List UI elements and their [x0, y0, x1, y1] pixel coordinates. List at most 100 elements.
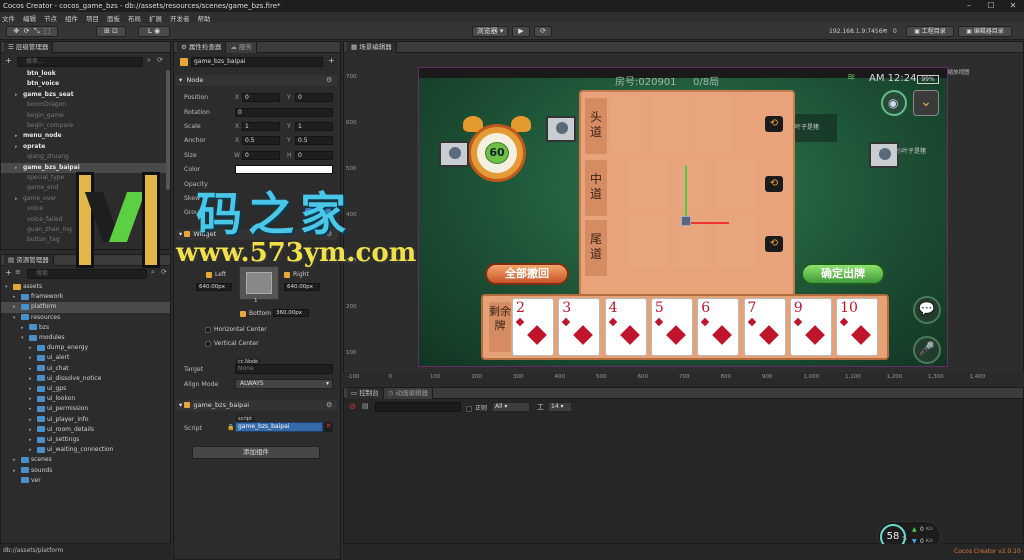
expand-arrow-icon[interactable]: ▸ — [29, 384, 37, 395]
tree-node[interactable]: btn_voice — [1, 79, 166, 90]
minimize-button[interactable]: – — [958, 0, 980, 12]
asset-item[interactable]: ▾ resources — [1, 313, 170, 324]
vertical-center-checkbox[interactable]: Vertical Center — [205, 340, 259, 347]
widget-bottom-toggle[interactable]: Bottom — [240, 310, 271, 317]
gizmo-toggle[interactable]: ⊞ ⊡ — [96, 26, 126, 37]
tree-node[interactable]: boomDragon — [1, 100, 166, 111]
tree-node[interactable]: begin_compare — [1, 121, 166, 132]
node-name-field[interactable]: game_bzs_baipai — [191, 57, 323, 67]
widget-left-toggle[interactable]: Left — [206, 271, 226, 278]
playing-card[interactable]: 9 — [789, 298, 832, 356]
pivot-toggle[interactable]: L ◉ — [138, 26, 170, 37]
asset-item[interactable]: ▸ dump_energy — [1, 343, 170, 354]
expand-arrow-icon[interactable]: ▸ — [29, 404, 37, 415]
size-w-input[interactable]: 0 — [242, 151, 280, 160]
tab-scene[interactable]: ▦ 场景编辑器 — [347, 41, 397, 53]
sort-icon[interactable]: ≡ — [15, 268, 21, 276]
recall-all-button[interactable]: 全部撤回 — [485, 263, 569, 285]
playing-card[interactable]: 2 — [512, 298, 554, 356]
tab-services[interactable]: ☁ 服务 — [226, 41, 257, 53]
expand-arrow-icon[interactable]: ▸ — [13, 466, 21, 477]
gear-icon[interactable]: ⚙ — [326, 76, 332, 84]
expand-arrow-icon[interactable]: ▸ — [15, 131, 23, 142]
expand-arrow-icon[interactable]: ▾ — [5, 282, 13, 293]
swap-middle-icon[interactable]: ⟲ — [765, 176, 783, 192]
player-avatar-left[interactable] — [439, 141, 469, 167]
play-button[interactable]: ▶ — [512, 26, 530, 37]
console-filter-input[interactable] — [375, 402, 461, 412]
refresh-icon[interactable]: ⟳ — [157, 56, 163, 64]
scale-y-input[interactable]: 1 — [295, 122, 333, 131]
transform-tools[interactable]: ✥ ⟳ ⤡ ⬚ — [6, 26, 58, 37]
expand-arrow-icon[interactable]: ▸ — [29, 445, 37, 456]
expand-arrow-icon[interactable]: ▸ — [29, 343, 37, 354]
swap-head-icon[interactable]: ⟲ — [765, 116, 783, 132]
playing-card[interactable]: 4 — [604, 298, 647, 356]
clear-console-icon[interactable]: ⊘ — [349, 402, 356, 411]
playing-card[interactable]: 10 — [836, 298, 879, 356]
target-field[interactable]: None — [235, 364, 333, 374]
asset-item[interactable]: ▸ ui_room_details — [1, 425, 170, 436]
asset-item[interactable]: ▸ ui_lookon — [1, 394, 170, 405]
expand-arrow-icon[interactable]: ▸ — [29, 364, 37, 375]
playing-card[interactable]: 5 — [650, 298, 693, 356]
tree-node[interactable]: qiang_zhuang — [1, 152, 166, 163]
menu-item[interactable]: 帮助 — [198, 13, 211, 23]
font-size-select[interactable]: 14 ▾ — [548, 402, 572, 412]
gear-icon[interactable]: ⚙ — [326, 401, 332, 409]
menu-item[interactable]: 项目 — [86, 13, 99, 23]
expand-arrow-icon[interactable]: ▸ — [29, 374, 37, 385]
asset-item[interactable]: ▸ ui_dissolve_notice — [1, 374, 170, 385]
player-avatar-right[interactable] — [869, 142, 899, 168]
asset-item[interactable]: ▸ ui_alert — [1, 353, 170, 364]
gizmo-center[interactable] — [681, 216, 691, 226]
expand-arrow-icon[interactable]: ▸ — [29, 435, 37, 446]
menu-item[interactable]: 扩展 — [149, 13, 162, 23]
chevron-down-icon[interactable]: ⌄ — [913, 90, 939, 116]
scale-x-input[interactable]: 1 — [242, 122, 280, 131]
add-component-plus[interactable]: + — [328, 56, 335, 65]
lookon-button[interactable]: ◉ — [881, 90, 907, 116]
expand-arrow-icon[interactable]: ▸ — [29, 425, 37, 436]
menu-item[interactable]: 编辑 — [23, 13, 36, 23]
node-active-checkbox[interactable] — [180, 58, 188, 66]
horizontal-center-checkbox[interactable]: Horizontal Center — [205, 326, 267, 333]
position-y-input[interactable]: 0 — [295, 93, 333, 102]
tab-animation[interactable]: ◷ 动画编辑器 — [383, 387, 433, 399]
assets-search[interactable]: 搜索 — [27, 269, 147, 279]
anchor-y-input[interactable]: 0.5 — [295, 136, 333, 145]
refresh-button[interactable]: ⟳ — [534, 26, 552, 37]
position-x-input[interactable]: 0 — [242, 93, 280, 102]
tab-console[interactable]: ▭ 控制台 — [347, 387, 384, 399]
align-mode-select[interactable]: ALWAYS ▾ — [235, 379, 333, 389]
swap-tail-icon[interactable]: ⟲ — [765, 236, 783, 252]
tree-node[interactable]: btn_look — [1, 69, 166, 80]
script-field[interactable]: game_bzs_baipai — [235, 422, 323, 432]
asset-item[interactable]: ▸ ui_gps — [1, 384, 170, 395]
project-dir-button[interactable]: ▣ 工程目录 — [906, 26, 954, 37]
asset-item[interactable]: ▸ ui_player_info — [1, 415, 170, 426]
expand-arrow-icon[interactable]: ▸ — [29, 415, 37, 426]
color-swatch[interactable] — [235, 165, 333, 174]
open-log-icon[interactable]: ▤ — [362, 402, 369, 410]
asset-item[interactable]: ▸ ui_permission — [1, 404, 170, 415]
refresh-icon[interactable]: ⟳ — [161, 268, 167, 276]
browser-select[interactable]: 浏览器 ▾ — [472, 26, 508, 37]
playing-card[interactable]: 3 — [558, 298, 601, 356]
player-avatar-top-left[interactable] — [546, 116, 576, 142]
hierarchy-search[interactable]: 搜索... — [17, 57, 143, 67]
expand-arrow-icon[interactable]: ▸ — [15, 194, 23, 205]
add-node-button[interactable]: + — [5, 56, 12, 65]
asset-item[interactable]: ▸ framework — [1, 292, 170, 303]
tree-node[interactable]: ▸ oprate — [1, 142, 166, 153]
asset-item[interactable]: ▾ modules — [1, 333, 170, 344]
asset-item[interactable]: ▸ bzs — [1, 323, 170, 334]
asset-item[interactable]: ▸ ui_chat — [1, 364, 170, 375]
menu-item[interactable]: 文件 — [2, 13, 15, 23]
expand-arrow-icon[interactable]: ▸ — [15, 163, 23, 174]
asset-item[interactable]: ver — [1, 476, 170, 487]
tree-node[interactable]: ▸ menu_node — [1, 131, 166, 142]
expand-arrow-icon[interactable]: ▸ — [15, 142, 23, 153]
playing-card[interactable]: 6 — [697, 298, 740, 356]
rotation-input[interactable]: 0 — [235, 108, 333, 117]
